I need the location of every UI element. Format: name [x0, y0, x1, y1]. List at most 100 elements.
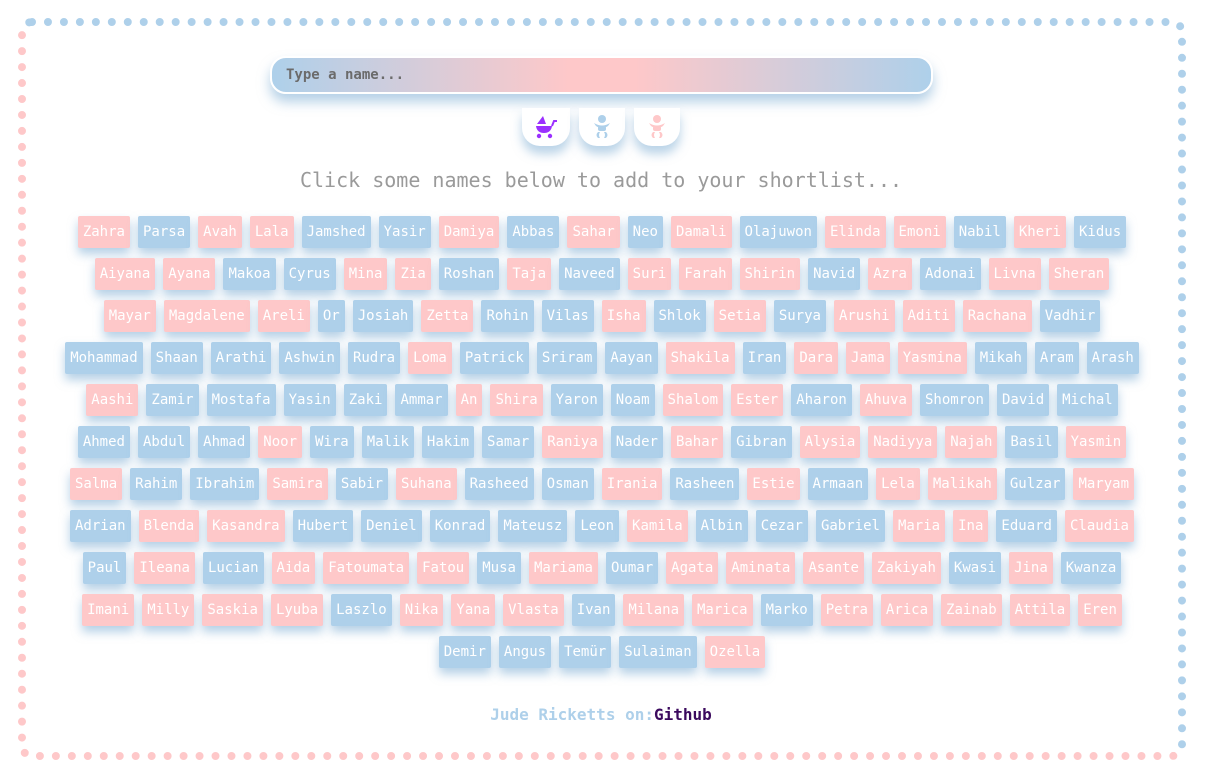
name-chip[interactable]: Musa: [477, 552, 521, 584]
name-chip[interactable]: Abbas: [507, 216, 560, 248]
name-chip[interactable]: Aida: [271, 552, 316, 584]
name-chip[interactable]: Eren: [1078, 594, 1122, 626]
name-chip[interactable]: Petra: [820, 594, 873, 626]
name-chip[interactable]: Bahar: [670, 426, 724, 458]
name-chip[interactable]: Hakim: [421, 426, 475, 458]
name-chip[interactable]: Or: [317, 300, 345, 332]
name-chip[interactable]: Kheri: [1013, 216, 1066, 248]
name-chip[interactable]: Fatou: [417, 552, 470, 584]
name-chip[interactable]: Aram: [1034, 342, 1079, 374]
name-chip[interactable]: Kasandra: [207, 510, 285, 542]
name-chip[interactable]: Areli: [257, 300, 310, 332]
name-chip[interactable]: Iran: [742, 342, 787, 374]
name-chip[interactable]: Albin: [695, 510, 748, 542]
name-chip[interactable]: Nader: [610, 426, 663, 458]
name-chip[interactable]: Ileana: [134, 552, 195, 584]
name-chip[interactable]: Avah: [198, 216, 242, 248]
name-chip[interactable]: Azra: [868, 258, 912, 290]
name-chip[interactable]: Jama: [846, 342, 890, 374]
name-chip[interactable]: Saskia: [202, 594, 263, 626]
name-chip[interactable]: Zia: [395, 258, 431, 290]
name-chip[interactable]: Ester: [731, 384, 784, 416]
name-chip[interactable]: Roshan: [438, 258, 500, 290]
name-chip[interactable]: Sahar: [567, 216, 620, 248]
name-chip[interactable]: Nadiyya: [868, 426, 938, 458]
name-chip[interactable]: Maria: [892, 510, 946, 542]
name-chip[interactable]: Armaan: [807, 468, 869, 500]
name-chip[interactable]: Estie: [747, 468, 800, 500]
name-chip[interactable]: Josiah: [352, 300, 414, 332]
name-chip[interactable]: Elinda: [824, 216, 886, 248]
name-chip[interactable]: Cyrus: [283, 258, 336, 290]
name-chip[interactable]: Emoni: [893, 216, 946, 248]
name-chip[interactable]: Yasir: [378, 216, 431, 248]
name-chip[interactable]: Vilas: [541, 300, 594, 332]
name-chip[interactable]: Rachana: [962, 300, 1032, 332]
name-chip[interactable]: Basil: [1005, 426, 1058, 458]
name-chip[interactable]: Marica: [692, 594, 753, 626]
name-chip[interactable]: Shlok: [653, 300, 706, 332]
name-chip[interactable]: Marko: [760, 594, 813, 626]
name-chip[interactable]: Parsa: [137, 216, 191, 248]
name-chip[interactable]: Navid: [808, 258, 861, 290]
name-chip[interactable]: Aminata: [726, 552, 796, 584]
name-chip[interactable]: Michal: [1057, 384, 1118, 416]
name-chip[interactable]: Aditi: [902, 300, 955, 332]
name-chip[interactable]: Zamir: [146, 384, 199, 416]
name-chip[interactable]: Ashwin: [279, 342, 340, 374]
name-chip[interactable]: Ahmad: [198, 426, 251, 458]
name-chip[interactable]: Sheran: [1048, 258, 1110, 290]
name-chip[interactable]: Kidus: [1074, 216, 1127, 248]
name-chip[interactable]: Rohin: [481, 300, 534, 332]
name-chip[interactable]: Neo: [627, 216, 663, 248]
name-chip[interactable]: Vadhir: [1039, 300, 1101, 332]
name-chip[interactable]: Ina: [953, 510, 989, 542]
name-chip[interactable]: Taja: [507, 258, 552, 290]
github-link[interactable]: Github: [654, 705, 712, 724]
name-chip[interactable]: Claudia: [1064, 510, 1134, 542]
name-chip[interactable]: Nika: [399, 594, 444, 626]
name-chip[interactable]: Ayana: [163, 258, 216, 290]
name-chip[interactable]: Cezar: [755, 510, 808, 542]
name-chip[interactable]: Suri: [627, 258, 672, 290]
name-chip[interactable]: Yasmin: [1065, 426, 1127, 458]
name-chip[interactable]: Lucian: [202, 552, 264, 584]
name-chip[interactable]: Zahra: [77, 216, 130, 248]
name-chip[interactable]: Leon: [575, 510, 620, 542]
name-chip[interactable]: Gibran: [731, 426, 792, 458]
name-chip[interactable]: Damali: [670, 216, 732, 248]
name-chip[interactable]: Naveed: [559, 258, 620, 290]
name-chip[interactable]: Lyuba: [270, 594, 324, 626]
name-chip[interactable]: Dara: [794, 342, 839, 374]
name-chip[interactable]: Malik: [361, 426, 414, 458]
name-chip[interactable]: Shakila: [665, 342, 735, 374]
name-chip[interactable]: Agata: [666, 552, 719, 584]
name-chip[interactable]: Yaron: [550, 384, 603, 416]
name-chip[interactable]: Shomron: [919, 384, 989, 416]
name-chip[interactable]: An: [455, 384, 483, 416]
name-chip[interactable]: Shirin: [739, 258, 801, 290]
name-chip[interactable]: Irania: [601, 468, 663, 500]
name-chip[interactable]: Zakiyah: [871, 552, 941, 584]
name-chip[interactable]: Gulzar: [1004, 468, 1066, 500]
name-chip[interactable]: Mostafa: [206, 384, 276, 416]
name-chip[interactable]: Temür: [559, 636, 612, 668]
name-chip[interactable]: Isha: [601, 300, 646, 332]
name-chip[interactable]: Attila: [1009, 594, 1071, 626]
name-chip[interactable]: Demir: [438, 636, 491, 668]
name-chip[interactable]: Shalom: [662, 384, 724, 416]
name-chip[interactable]: Ammar: [395, 384, 448, 416]
name-chip[interactable]: Ahuva: [859, 384, 912, 416]
name-chip[interactable]: Imani: [82, 594, 135, 626]
filter-girl-button[interactable]: [634, 108, 680, 146]
name-chip[interactable]: Aashi: [86, 384, 139, 416]
name-chip[interactable]: Adonai: [919, 258, 981, 290]
name-chip[interactable]: Rudra: [347, 342, 401, 374]
name-chip[interactable]: Zaki: [343, 384, 388, 416]
name-chip[interactable]: Magdalene: [163, 300, 250, 332]
name-chip[interactable]: Ibrahim: [190, 468, 260, 500]
name-chip[interactable]: Angus: [498, 636, 552, 668]
name-chip[interactable]: Shira: [490, 384, 543, 416]
name-chip[interactable]: Oumar: [605, 552, 659, 584]
name-chip[interactable]: Lala: [249, 216, 294, 248]
